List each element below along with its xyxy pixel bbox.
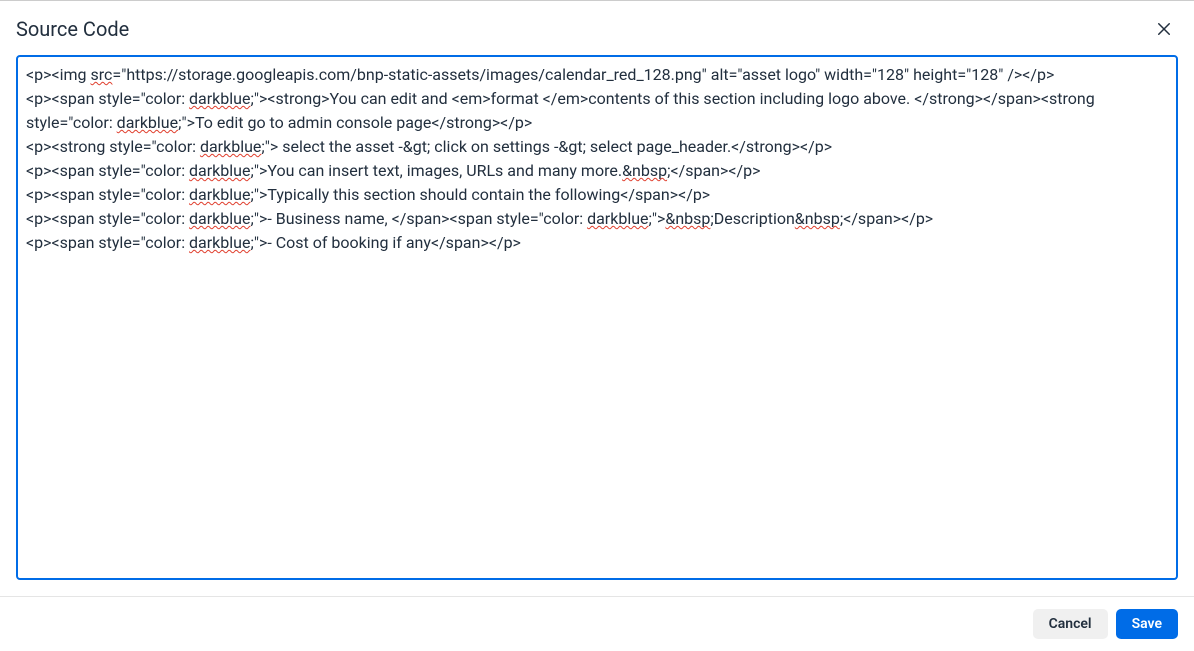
- save-button[interactable]: Save: [1116, 609, 1178, 639]
- source-code-dialog: Source Code <p><img src="https://storage…: [0, 0, 1194, 651]
- close-icon: [1155, 20, 1173, 38]
- dialog-title: Source Code: [16, 17, 129, 41]
- cancel-button[interactable]: Cancel: [1033, 609, 1108, 639]
- dialog-body: <p><img src="https://storage.googleapis.…: [0, 55, 1194, 596]
- dialog-footer: Cancel Save: [0, 596, 1194, 651]
- source-code-textarea[interactable]: <p><img src="https://storage.googleapis.…: [16, 55, 1178, 580]
- dialog-header: Source Code: [0, 1, 1194, 55]
- close-button[interactable]: [1150, 15, 1178, 43]
